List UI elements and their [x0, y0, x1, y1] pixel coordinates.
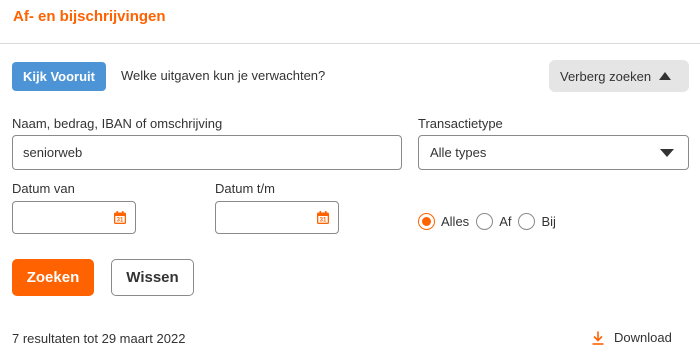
triangle-down-icon	[660, 149, 674, 157]
verberg-zoeken-label: Verberg zoeken	[560, 68, 652, 84]
transaction-type-label: Transactietype	[418, 116, 503, 131]
calendar-icon-text: 31	[117, 218, 124, 224]
date-from-label: Datum van	[12, 181, 75, 196]
date-from-input[interactable]: 31	[12, 201, 136, 234]
date-to-label: Datum t/m	[215, 181, 275, 196]
search-button[interactable]: Zoeken	[12, 259, 94, 296]
radio-bij[interactable]: Bij	[518, 212, 556, 230]
kijk-vooruit-description: Welke uitgaven kun je verwachten?	[121, 68, 326, 83]
radio-af-label: Af	[499, 213, 512, 229]
radio-alles-circle[interactable]	[418, 212, 435, 230]
transaction-type-value: Alle types	[430, 145, 487, 160]
radio-bij-circle[interactable]	[518, 212, 536, 230]
calendar-icon[interactable]: 31	[114, 211, 126, 224]
radio-bij-label: Bij	[541, 213, 556, 229]
search-label: Naam, bedrag, IBAN of omschrijving	[12, 116, 223, 131]
direction-radio-group: Alles Af Bij	[418, 211, 563, 231]
download-label: Download	[614, 330, 672, 345]
page-header: Af- en bijschrijvingen	[0, 0, 700, 44]
radio-alles-label: Alles	[441, 213, 470, 229]
verberg-zoeken-button[interactable]: Verberg zoeken	[549, 60, 689, 92]
transaction-type-select[interactable]: Alle types	[418, 135, 689, 170]
radio-alles[interactable]: Alles	[418, 212, 470, 230]
date-to-input[interactable]: 31	[215, 201, 339, 234]
radio-af[interactable]: Af	[476, 212, 512, 230]
calendar-icon[interactable]: 31	[317, 211, 329, 224]
results-summary: 7 resultaten tot 29 maart 2022	[12, 331, 186, 346]
download-link[interactable]: Download	[592, 330, 672, 345]
page-title: Af- en bijschrijvingen	[13, 8, 166, 25]
calendar-icon-text: 31	[320, 218, 327, 224]
clear-button[interactable]: Wissen	[111, 259, 194, 296]
search-input[interactable]: seniorweb	[12, 135, 402, 170]
triangle-up-icon	[659, 72, 672, 80]
radio-af-circle[interactable]	[476, 212, 494, 230]
download-icon	[592, 331, 604, 345]
kijk-vooruit-button[interactable]: Kijk Vooruit	[12, 62, 106, 91]
